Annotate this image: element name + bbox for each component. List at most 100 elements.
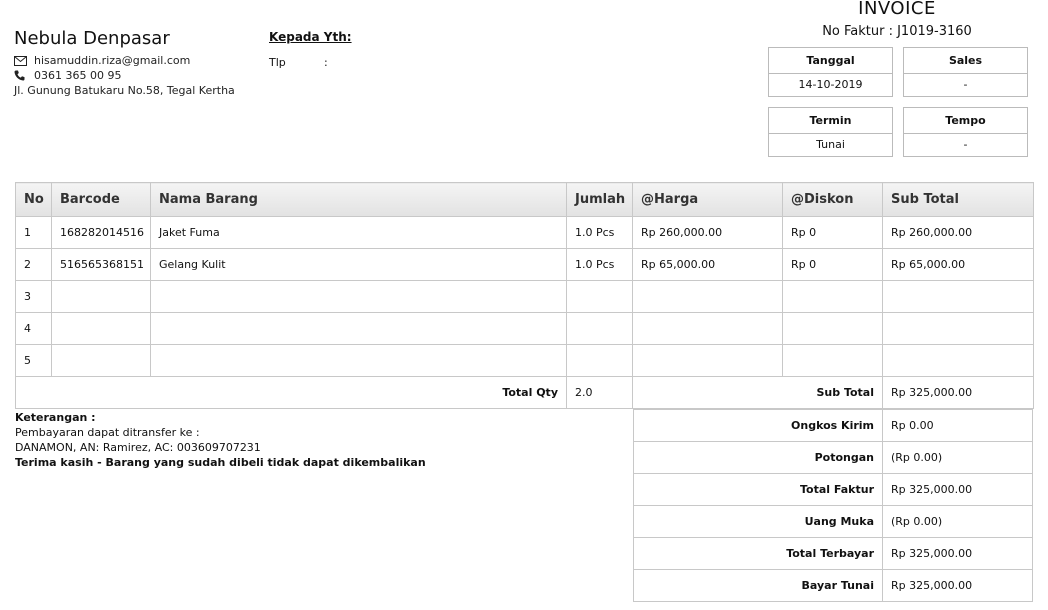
cell-jumlah	[566, 312, 633, 345]
tanggal-label: Tanggal	[769, 48, 892, 74]
tanggal-value: 14-10-2019	[798, 78, 863, 91]
table-row: 4	[15, 312, 1034, 345]
cell-diskon	[782, 280, 883, 313]
invoice-number: No Faktur : J1019-3160	[822, 24, 972, 39]
seller-phone-line: 0361 365 00 95	[14, 69, 121, 84]
summary-label: Total Faktur	[633, 473, 883, 506]
table-header-row: No Barcode Nama Barang Jumlah @Harga @Di…	[15, 182, 1034, 217]
sales-label: Sales	[904, 48, 1027, 74]
seller-phone: 0361 365 00 95	[34, 69, 122, 82]
summary-row-uang-muka: Uang Muka (Rp 0.00)	[633, 505, 1033, 538]
cell-barcode: 168282014516	[51, 216, 151, 249]
seller-email: hisamuddin.riza@gmail.com	[34, 54, 191, 67]
col-header-barcode: Barcode	[51, 182, 151, 217]
cell-subtotal	[882, 280, 1034, 313]
notes-label: Keterangan :	[15, 411, 96, 424]
cell-barcode	[51, 280, 151, 313]
summary-label: Ongkos Kirim	[633, 409, 883, 442]
totals-row: Total Qty 2.0 Sub Total Rp 325,000.00	[15, 376, 1034, 409]
cell-barcode	[51, 344, 151, 377]
items-table: No Barcode Nama Barang Jumlah @Harga @Di…	[15, 182, 1034, 409]
termin-value: Tunai	[816, 138, 845, 151]
cell-jumlah: 1.0 Pcs	[566, 248, 633, 281]
cell-diskon	[782, 312, 883, 345]
cell-subtotal: Rp 65,000.00	[882, 248, 1034, 281]
cell-jumlah: 1.0 Pcs	[566, 216, 633, 249]
termin-label: Termin	[769, 108, 892, 134]
cell-diskon	[782, 344, 883, 377]
sales-box: Sales -	[903, 47, 1028, 97]
seller-email-line: hisamuddin.riza@gmail.com	[14, 54, 190, 69]
cell-barcode	[51, 312, 151, 345]
recipient-label: Kepada Yth:	[269, 30, 352, 44]
summary-value: Rp 0.00	[882, 409, 1033, 442]
summary-value: Rp 325,000.00	[882, 569, 1033, 602]
cell-no: 2	[15, 248, 52, 281]
termin-box: Termin Tunai	[768, 107, 893, 157]
notes-block: Keterangan : Pembayaran dapat ditransfer…	[15, 410, 426, 470]
summary-label: Uang Muka	[633, 505, 883, 538]
sales-value: -	[963, 78, 968, 91]
cell-subtotal	[882, 312, 1034, 345]
cell-jumlah	[566, 344, 633, 377]
summary-row-total-faktur: Total Faktur Rp 325,000.00	[633, 473, 1033, 506]
cell-subtotal	[882, 344, 1034, 377]
notes-line-thanks: Terima kasih - Barang yang sudah dibeli …	[15, 456, 426, 469]
cell-nama-barang	[150, 344, 567, 377]
cell-nama-barang: Jaket Fuma	[150, 216, 567, 249]
cell-barcode: 516565368151	[51, 248, 151, 281]
cell-no: 3	[15, 280, 52, 313]
summary-value: Rp 325,000.00	[882, 473, 1033, 506]
col-header-jumlah: Jumlah	[566, 182, 633, 217]
seller-address: Jl. Gunung Batukaru No.58, Tegal Kertha	[14, 84, 235, 97]
summary-row-bayar-tunai: Bayar Tunai Rp 325,000.00	[633, 569, 1033, 602]
cell-subtotal: Rp 260,000.00	[882, 216, 1034, 249]
tempo-box: Tempo -	[903, 107, 1028, 157]
table-row: 2 516565368151 Gelang Kulit 1.0 Pcs Rp 6…	[15, 248, 1034, 281]
cell-diskon: Rp 0	[782, 216, 883, 249]
summary-label: Potongan	[633, 441, 883, 474]
summary-label: Bayar Tunai	[633, 569, 883, 602]
cell-jumlah	[566, 280, 633, 313]
summary-row-potongan: Potongan (Rp 0.00)	[633, 441, 1033, 474]
cell-harga: Rp 65,000.00	[632, 248, 783, 281]
tempo-label: Tempo	[904, 108, 1027, 134]
summary-value: Rp 325,000.00	[882, 537, 1033, 570]
col-header-subtotal: Sub Total	[882, 182, 1034, 217]
cell-harga	[632, 312, 783, 345]
subtotal-value: Rp 325,000.00	[882, 376, 1034, 409]
cell-harga: Rp 260,000.00	[632, 216, 783, 249]
cell-nama-barang	[150, 280, 567, 313]
col-header-harga: @Harga	[632, 182, 783, 217]
summary-row-ongkos-kirim: Ongkos Kirim Rp 0.00	[633, 409, 1033, 442]
total-qty-value: 2.0	[566, 376, 633, 409]
table-row: 3	[15, 280, 1034, 313]
summary-table: Ongkos Kirim Rp 0.00 Potongan (Rp 0.00) …	[633, 409, 1033, 602]
tlp-label: Tlp	[269, 56, 286, 69]
cell-harga	[632, 344, 783, 377]
cell-harga	[632, 280, 783, 313]
cell-no: 4	[15, 312, 52, 345]
summary-row-total-terbayar: Total Terbayar Rp 325,000.00	[633, 537, 1033, 570]
tlp-colon: :	[324, 56, 328, 69]
cell-nama-barang: Gelang Kulit	[150, 248, 567, 281]
col-header-diskon: @Diskon	[782, 182, 883, 217]
summary-label: Total Terbayar	[633, 537, 883, 570]
total-qty-label: Total Qty	[15, 376, 567, 409]
company-name: Nebula Denpasar	[14, 28, 170, 49]
notes-line-bank: DANAMON, AN: Ramirez, AC: 003609707231	[15, 441, 261, 454]
notes-line-transfer: Pembayaran dapat ditransfer ke :	[15, 426, 200, 439]
tempo-value: -	[963, 138, 968, 151]
cell-no: 5	[15, 344, 52, 377]
recipient-tlp: Tlp :	[269, 56, 328, 69]
tanggal-box: Tanggal 14-10-2019	[768, 47, 893, 97]
col-header-no: No	[15, 182, 52, 217]
summary-value: (Rp 0.00)	[882, 441, 1033, 474]
cell-nama-barang	[150, 312, 567, 345]
envelope-icon	[14, 56, 28, 69]
subtotal-label: Sub Total	[632, 376, 883, 409]
table-row: 1 168282014516 Jaket Fuma 1.0 Pcs Rp 260…	[15, 216, 1034, 249]
cell-no: 1	[15, 216, 52, 249]
cell-diskon: Rp 0	[782, 248, 883, 281]
phone-icon	[14, 70, 28, 84]
